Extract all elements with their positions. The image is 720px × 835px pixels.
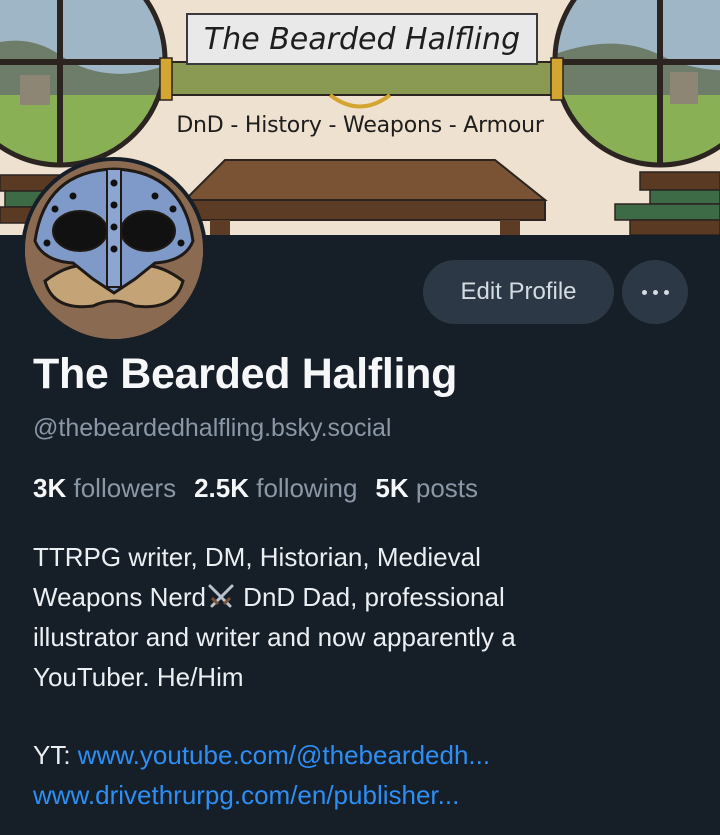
following-label: following (256, 473, 358, 503)
profile-handle: @thebeardedhalfling.bsky.social (33, 414, 392, 442)
edit-profile-button[interactable]: Edit Profile (423, 260, 614, 324)
display-name: The Bearded Halfling (33, 350, 458, 398)
following-stat[interactable]: 2.5K following (194, 473, 357, 504)
youtube-link[interactable]: www.youtube.com/@thebeardedh... (78, 740, 490, 770)
profile-bio: TTRPG writer, DM, Historian, Medieval We… (33, 537, 693, 697)
avatar[interactable] (21, 157, 207, 343)
followers-count: 3K (33, 473, 67, 503)
profile-links: YT: www.youtube.com/@thebeardedh... www.… (33, 735, 490, 815)
posts-stat: 5K posts (375, 473, 478, 504)
profile-stats: 3K followers 2.5K following 5K posts (33, 473, 478, 504)
posts-label: posts (415, 473, 479, 503)
banner-title: The Bearded Halfling (186, 13, 538, 65)
posts-count: 5K (375, 473, 409, 503)
helmet-avatar-image (25, 161, 203, 339)
crossed-swords-icon (208, 584, 234, 608)
drivethrurpg-link[interactable]: www.drivethrurpg.com/en/publisher... (33, 780, 459, 810)
ellipsis-icon (639, 289, 672, 295)
following-count: 2.5K (194, 473, 249, 503)
yt-prefix: YT: (33, 740, 78, 770)
followers-label: followers (73, 473, 177, 503)
more-options-button[interactable] (622, 260, 688, 324)
banner-subtitle: DnD - History - Weapons - Armour (176, 113, 544, 138)
followers-stat[interactable]: 3K followers (33, 473, 176, 504)
